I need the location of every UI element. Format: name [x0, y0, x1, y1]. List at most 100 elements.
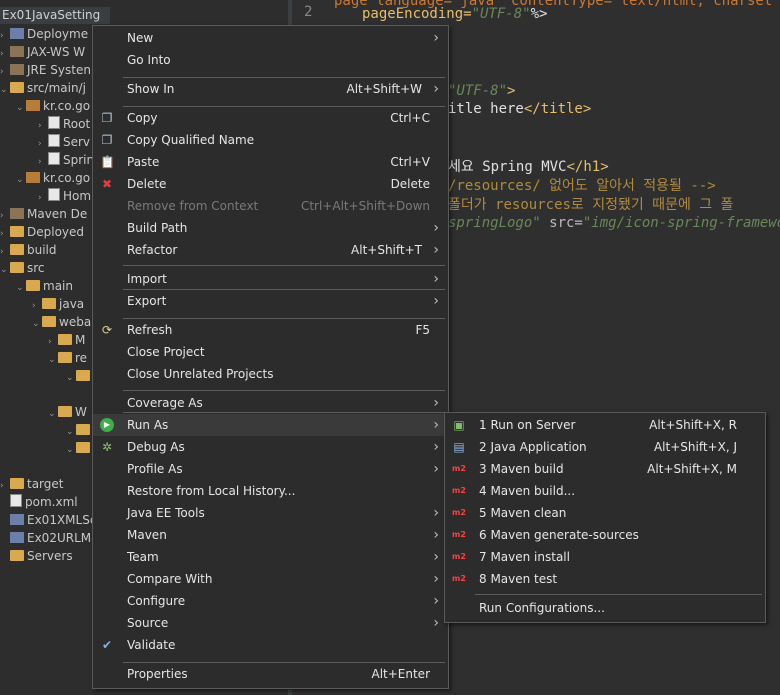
menu-item-debug-as[interactable]: ✲ Debug As › — [93, 436, 448, 458]
menu-item-shortcut: Ctrl+Alt+Shift+Down — [300, 199, 430, 213]
menu-item-export[interactable]: Export › — [93, 290, 448, 312]
menu-item-properties[interactable]: Properties Alt+Enter — [93, 663, 448, 685]
menu-item-maven[interactable]: Maven › — [93, 524, 448, 546]
tree-item[interactable]: pom.xml — [0, 493, 78, 511]
chevron-down-icon[interactable]: ⌄ — [0, 261, 10, 279]
tree-item[interactable]: › Sprin — [38, 151, 94, 169]
menu-item-show-in[interactable]: Show In Alt+Shift+W › — [93, 78, 448, 100]
menu-item-paste[interactable]: 📋 Paste Ctrl+V — [93, 151, 448, 173]
menu-item-refactor[interactable]: Refactor Alt+Shift+T › — [93, 239, 448, 261]
tree-item[interactable]: Servers — [0, 547, 73, 565]
run-as-item-6-maven-generate-sources[interactable]: m2 6 Maven generate-sources — [445, 524, 765, 546]
tree-item[interactable]: ⌄ src — [0, 259, 45, 277]
tree-item[interactable]: ⌄ src/main/j — [0, 79, 86, 97]
menu-item-coverage-as[interactable]: Coverage As › — [93, 392, 448, 414]
menu-separator — [123, 106, 445, 107]
menu-item-source[interactable]: Source › — [93, 612, 448, 634]
chevron-down-icon[interactable]: ⌄ — [0, 81, 10, 99]
chevron-right-icon: › — [433, 439, 439, 455]
tree-item[interactable]: ⌄ weba — [32, 313, 91, 331]
tree-item[interactable]: › Serv — [38, 133, 90, 151]
chevron-down-icon[interactable]: ⌄ — [16, 279, 26, 297]
menu-item-profile-as[interactable]: Profile As › — [93, 458, 448, 480]
tree-item[interactable]: Ex01XMLSett — [0, 511, 107, 529]
menu-item-copy-qualified-name[interactable]: ❐ Copy Qualified Name — [93, 129, 448, 151]
source-folder-icon — [10, 82, 24, 93]
menu-separator — [475, 594, 762, 595]
run-as-item-1-run-on-server[interactable]: ▣ 1 Run on Server Alt+Shift+X, R — [445, 414, 765, 436]
menu-item-go-into[interactable]: Go Into — [93, 49, 448, 71]
menu-item-close-project[interactable]: Close Project — [93, 341, 448, 363]
chevron-down-icon[interactable]: ⌄ — [32, 315, 42, 333]
menu-item-build-path[interactable]: Build Path › — [93, 217, 448, 239]
run-as-item-run-configurations[interactable]: Run Configurations... — [445, 597, 765, 619]
tree-item[interactable]: › JRE Systen — [0, 61, 91, 79]
run-as-item-3-maven-build[interactable]: m2 3 Maven build Alt+Shift+X, M — [445, 458, 765, 480]
tree-item-label: weba — [59, 315, 92, 329]
tree-item[interactable]: › Hom — [38, 187, 91, 205]
menu-item-label: Refactor — [127, 243, 178, 257]
menu-item-team[interactable]: Team › — [93, 546, 448, 568]
menu-item-new[interactable]: New › — [93, 27, 448, 49]
folder-icon — [10, 478, 24, 489]
menu-item-java-ee-tools[interactable]: Java EE Tools › — [93, 502, 448, 524]
menu-item-configure[interactable]: Configure › — [93, 590, 448, 612]
tree-item[interactable]: › Deployed — [0, 223, 84, 241]
run-as-item-2-java-application[interactable]: ▤ 2 Java Application Alt+Shift+X, J — [445, 436, 765, 458]
menu-item-restore-from-local-history[interactable]: Restore from Local History... — [93, 480, 448, 502]
run-as-item-7-maven-install[interactable]: m2 7 Maven install — [445, 546, 765, 568]
menu-item-delete[interactable]: ✖ Delete Delete — [93, 173, 448, 195]
menu-item-label: Maven — [127, 528, 167, 542]
explorer-header-row[interactable]: Ex01JavaSetting — [0, 7, 288, 24]
tree-item[interactable]: ⌄ — [66, 439, 93, 457]
tree-item[interactable]: › Maven De — [0, 205, 87, 223]
chevron-down-icon[interactable]: ⌄ — [48, 351, 58, 369]
menu-item-validate[interactable]: ✔ Validate — [93, 634, 448, 656]
tree-item[interactable]: ⌄ W — [48, 403, 87, 421]
menu-item-shortcut: Alt+Enter — [371, 667, 430, 681]
project-title[interactable]: Ex01JavaSetting — [2, 7, 100, 24]
chevron-right-icon: › — [433, 220, 439, 236]
menu-item-label: Delete — [127, 177, 167, 191]
tree-item-label: src/main/j — [27, 81, 86, 95]
chevron-down-icon[interactable]: ⌄ — [16, 171, 26, 189]
java-file-icon — [48, 188, 60, 201]
package-icon — [26, 172, 40, 183]
menu-separator — [123, 77, 445, 78]
tree-item[interactable]: ⌄ kr.co.go — [16, 97, 90, 115]
tree-item[interactable]: › Root — [38, 115, 90, 133]
run-as-item-8-maven-test[interactable]: m2 8 Maven test — [445, 568, 765, 590]
menu-item-shortcut: F5 — [415, 323, 430, 337]
tree-item[interactable]: › Deployme — [0, 25, 88, 43]
maven-icon: m2 — [452, 508, 466, 517]
maven-icon: m2 — [452, 486, 466, 495]
tree-item[interactable]: ⌄ main — [16, 277, 73, 295]
menu-item-compare-with[interactable]: Compare With › — [93, 568, 448, 590]
menu-item-refresh[interactable]: ⟳ Refresh F5 — [93, 319, 448, 341]
tree-item[interactable]: ⌄ kr.co.go — [16, 169, 90, 187]
tree-item-label: src — [27, 261, 45, 275]
tree-item[interactable]: › build — [0, 241, 57, 259]
menu-item-copy[interactable]: ❐ Copy Ctrl+C — [93, 107, 448, 129]
chevron-down-icon[interactable]: ⌄ — [66, 369, 76, 387]
run-as-item-4-maven-build[interactable]: m2 4 Maven build... — [445, 480, 765, 502]
menu-item-import[interactable]: Import › — [93, 268, 448, 290]
refresh-icon: ⟳ — [101, 323, 113, 337]
chevron-down-icon[interactable]: ⌄ — [48, 405, 58, 423]
run-as-item-5-maven-clean[interactable]: m2 5 Maven clean — [445, 502, 765, 524]
menu-item-close-unrelated-projects[interactable]: Close Unrelated Projects — [93, 363, 448, 385]
tree-item[interactable]: › target — [0, 475, 64, 493]
tree-item-label: re — [75, 351, 88, 365]
chevron-down-icon[interactable]: ⌄ — [16, 99, 26, 117]
menu-item-run-as[interactable]: ▶ Run As › — [93, 414, 448, 436]
tree-item[interactable]: › JAX-WS W — [0, 43, 85, 61]
tree-item[interactable]: › java — [32, 295, 84, 313]
tree-item[interactable]: › M — [48, 331, 85, 349]
tree-item[interactable]: Ex02URLMap — [0, 529, 106, 547]
tree-item[interactable]: ⌄ — [66, 367, 93, 385]
tree-item[interactable]: ⌄ — [66, 421, 93, 439]
tree-item[interactable]: ⌄ re — [48, 349, 87, 367]
chevron-right-icon: › — [433, 505, 439, 521]
chevron-down-icon[interactable]: ⌄ — [66, 441, 76, 459]
context-menu: New › Go Into Show In Alt+Shift+W › ❐ Copy Ctrl+… — [92, 25, 449, 689]
